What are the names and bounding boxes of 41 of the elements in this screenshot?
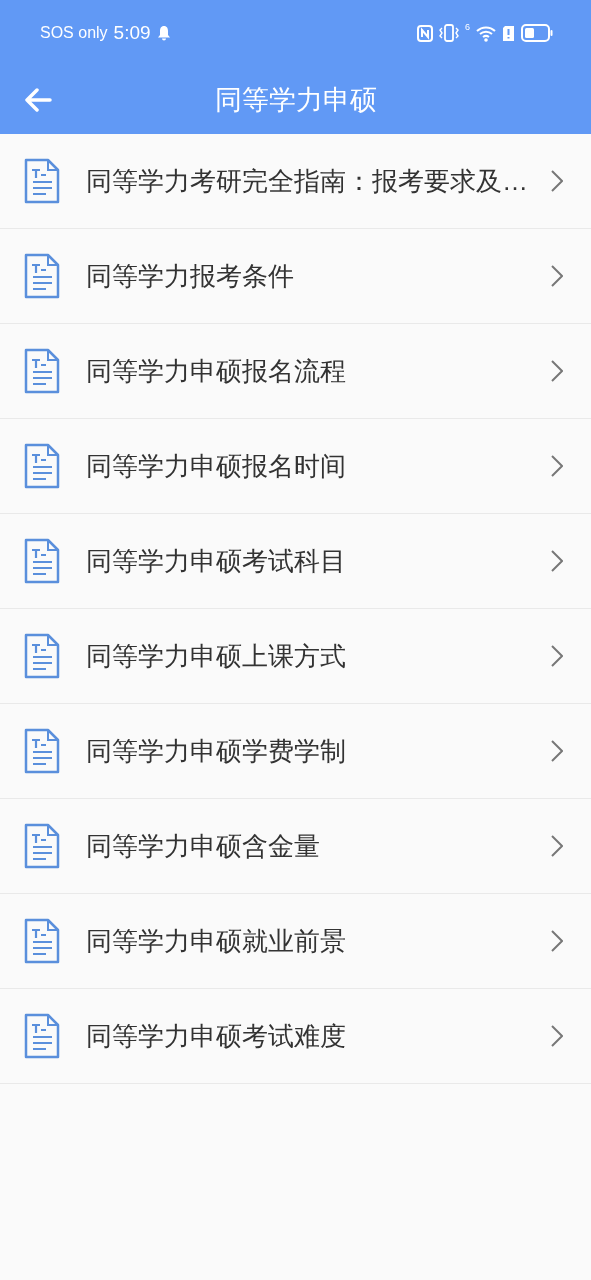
clock-text: 5:09 [113,22,151,44]
chevron-right-icon [551,930,563,952]
vibrate-icon [439,24,459,42]
document-icon [24,253,60,299]
document-icon [24,348,60,394]
page-title: 同等学力申硕 [214,84,377,117]
document-icon [24,1013,60,1059]
battery-icon [521,24,553,42]
document-icon [24,823,60,869]
chevron-right-icon [551,360,563,382]
list-item[interactable]: 同等学力申硕含金量 [0,799,591,894]
document-icon [24,538,60,584]
list-item[interactable]: 同等学力申硕就业前景 [0,894,591,989]
chevron-right-icon [551,170,563,192]
back-arrow-icon [24,88,52,112]
list-item[interactable]: 同等学力申硕考试科目 [0,514,591,609]
list-item[interactable]: 同等学力考研完全指南：报考要求及… [0,134,591,229]
chevron-right-icon [551,550,563,572]
document-icon [24,158,60,204]
list-item[interactable]: 同等学力申硕报名时间 [0,419,591,514]
chevron-right-icon [551,265,563,287]
document-icon [24,633,60,679]
sim-alert-icon [502,24,515,42]
chevron-right-icon [551,1025,563,1047]
chevron-right-icon [551,835,563,857]
document-icon [24,728,60,774]
chevron-right-icon [551,455,563,477]
list-item[interactable]: 同等学力报考条件 [0,229,591,324]
network-label: 6 [465,22,470,32]
chevron-right-icon [551,740,563,762]
list-item[interactable]: 同等学力申硕考试难度 [0,989,591,1084]
nfc-icon [417,24,433,42]
wifi-icon [476,24,496,42]
document-icon [24,918,60,964]
chevron-right-icon [551,645,563,667]
carrier-text: SOS only [40,24,108,42]
list-item[interactable]: 同等学力申硕上课方式 [0,609,591,704]
list-item[interactable]: 同等学力申硕学费学制 [0,704,591,799]
document-icon [24,443,60,489]
bell-icon [156,25,171,41]
list-item[interactable]: 同等学力申硕报名流程 [0,324,591,419]
